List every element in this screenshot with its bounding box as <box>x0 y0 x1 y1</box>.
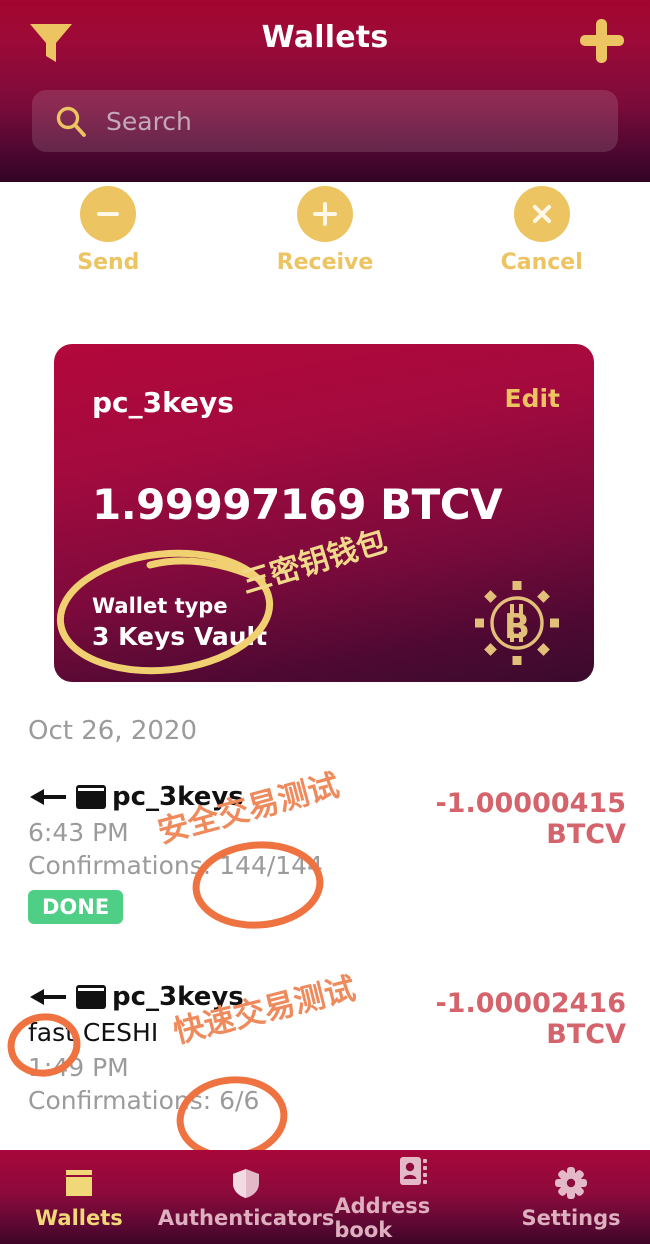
transaction-confirmations: Confirmations: 144/144 <box>28 851 323 880</box>
arrow-left-icon <box>28 984 68 1010</box>
table-row[interactable]: pc_3keys fast CESHI 1:49 PM Confirmation… <box>0 982 650 1115</box>
nav-label-wallets: Wallets <box>35 1206 123 1230</box>
wallet-card-icon <box>76 785 106 809</box>
nav-item-address-book[interactable]: Address book <box>334 1150 492 1244</box>
wallets-icon <box>62 1166 96 1200</box>
shield-icon <box>229 1166 263 1200</box>
bottom-navigation: Wallets Authenticators Address book Sett… <box>0 1150 650 1244</box>
wallet-edit-link[interactable]: Edit <box>505 384 561 413</box>
receive-button[interactable]: Receive <box>217 182 434 292</box>
wallet-name: pc_3keys <box>92 386 234 419</box>
add-wallet-plus-icon[interactable] <box>576 16 628 66</box>
transaction-time: 1:49 PM <box>28 1053 129 1082</box>
transaction-title: pc_3keys <box>112 782 244 812</box>
search-bar[interactable] <box>32 90 618 152</box>
wallet-type-label: Wallet type <box>92 594 228 618</box>
transaction-amount: -1.00000415 BTCV <box>366 788 626 850</box>
status-badge: DONE <box>28 890 124 924</box>
table-row[interactable]: pc_3keys 6:43 PM Confirmations: 144/144 … <box>0 782 650 924</box>
nav-label-settings: Settings <box>521 1206 621 1230</box>
close-x-icon <box>513 186 570 242</box>
wallet-balance: 1.99997169 BTCV <box>92 480 503 529</box>
bitcoin-vault-logo-icon: B <box>474 580 560 666</box>
send-button[interactable]: Send <box>0 182 217 292</box>
transaction-amount-value: -1.00000415 <box>435 788 626 819</box>
transaction-amount: -1.00002416 BTCV <box>366 988 626 1050</box>
cancel-button-label: Cancel <box>500 250 583 275</box>
plus-icon <box>297 186 353 242</box>
send-button-label: Send <box>77 250 140 275</box>
gear-icon <box>554 1166 588 1200</box>
header-row: Wallets <box>0 0 650 82</box>
nav-item-wallets[interactable]: Wallets <box>0 1150 158 1244</box>
transaction-date-group: Oct 26, 2020 <box>28 716 197 746</box>
wallet-action-buttons: Send Receive Cancel <box>0 182 650 292</box>
svg-text:B: B <box>504 607 530 647</box>
transaction-amount-value: -1.00002416 <box>435 988 626 1019</box>
transaction-amount-currency: BTCV <box>546 819 626 851</box>
page-title: Wallets <box>261 20 389 55</box>
transaction-amount-currency: BTCV <box>546 1019 626 1051</box>
wallets-screen: Wallets Send <box>0 0 650 1244</box>
receive-button-label: Receive <box>276 250 374 275</box>
search-icon <box>54 104 88 138</box>
nav-item-settings[interactable]: Settings <box>492 1150 650 1244</box>
arrow-left-icon <box>28 784 68 810</box>
transaction-confirmations: Confirmations: 6/6 <box>28 1086 260 1115</box>
wallet-card-icon <box>76 985 106 1009</box>
nav-item-authenticators[interactable]: Authenticators <box>157 1150 335 1244</box>
cancel-button[interactable]: Cancel <box>433 182 650 292</box>
address-book-icon <box>396 1154 430 1188</box>
nav-label-address-book: Address book <box>334 1194 431 1242</box>
transaction-title: pc_3keys <box>112 982 244 1012</box>
search-input[interactable] <box>106 106 600 136</box>
wallet-type-value: 3 Keys Vault <box>92 622 268 651</box>
minus-icon <box>80 186 137 242</box>
wallet-card[interactable]: pc_3keys Edit 1.99997169 BTCV Wallet typ… <box>54 344 594 682</box>
app-header: Wallets <box>0 0 650 182</box>
nav-label-authenticators: Authenticators <box>157 1206 335 1230</box>
